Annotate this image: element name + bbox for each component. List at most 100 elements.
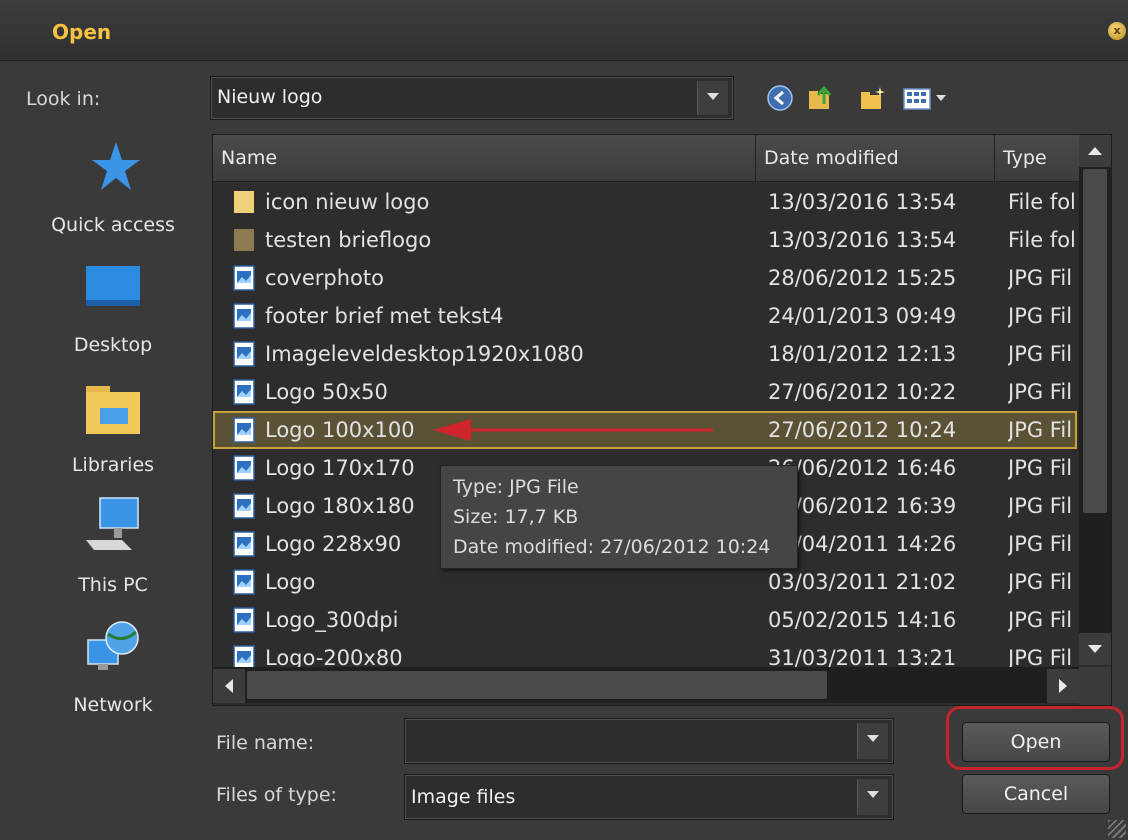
file-type-cell: JPG Fil: [1008, 304, 1073, 328]
file-row[interactable]: footer brief met tekst4 24/01/2013 09:49 J…: [213, 297, 1077, 335]
file-date-cell: 27/06/2012 10:24: [768, 418, 957, 442]
annotation-arrow-icon: [433, 419, 713, 441]
image-file-icon: [233, 417, 255, 443]
image-file-icon: [233, 341, 255, 367]
column-header-label: Type: [1003, 147, 1047, 169]
file-name-cell: Logo_300dpi: [265, 608, 399, 632]
vertical-scroll-thumb[interactable]: [1083, 169, 1107, 513]
file-date-cell: 26/06/2012 16:46: [768, 456, 957, 480]
column-header-label: Name: [221, 147, 278, 169]
star-icon: [92, 142, 140, 190]
file-type-cell: JPG Fil: [1008, 380, 1073, 404]
file-type-cell: JPG Fil: [1008, 494, 1073, 518]
close-icon[interactable]: x: [1108, 22, 1126, 40]
title-bar[interactable]: Open x: [0, 0, 1128, 61]
place-label: Network: [73, 694, 153, 716]
new-folder-icon[interactable]: [858, 84, 886, 112]
chevron-down-icon[interactable]: [857, 723, 888, 759]
file-name-cell: Logo 50x50: [265, 380, 388, 404]
look-in-label: Look in:: [26, 88, 101, 110]
column-header-type[interactable]: Type: [995, 135, 1080, 182]
libraries-icon: [86, 386, 140, 434]
chevron-right-icon: [1059, 679, 1067, 693]
file-row[interactable]: Logo 50x50 27/06/2012 10:22 JPG Fil: [213, 373, 1077, 411]
image-file-icon: [233, 303, 255, 329]
file-name-cell: Logo: [265, 570, 316, 594]
file-name-label: File name:: [216, 732, 315, 754]
tooltip-size: Size: 17,7 KB: [453, 506, 579, 528]
scroll-up-button[interactable]: [1079, 135, 1111, 167]
file-type-cell: JPG Fil: [1008, 266, 1073, 290]
file-type-cell: JPG Fil: [1008, 570, 1073, 594]
file-type-cell: JPG Fil: [1008, 532, 1073, 556]
file-date-cell: 13/03/2016 13:54: [768, 228, 957, 252]
column-header-date[interactable]: Date modified: [756, 135, 995, 182]
file-type-cell: JPG Fil: [1008, 342, 1073, 366]
chevron-down-icon[interactable]: [857, 779, 888, 815]
place-label: Quick access: [51, 214, 175, 236]
image-file-icon: [233, 379, 255, 405]
file-type-cell: JPG Fil: [1008, 608, 1073, 632]
file-row[interactable]: testen brieflogo 13/03/2016 13:54 File fol: [213, 221, 1077, 259]
image-file-icon: [233, 531, 255, 557]
file-name-cell: icon nieuw logo: [265, 190, 430, 214]
file-type-cell: JPG Fil: [1008, 456, 1073, 480]
vertical-scrollbar[interactable]: [1079, 135, 1111, 665]
file-name-cell: Imageleveldesktop1920x1080: [265, 342, 584, 366]
place-label: This PC: [78, 574, 148, 596]
file-tooltip: Type: JPG File Size: 17,7 KB Date modifi…: [440, 465, 798, 569]
image-file-icon: [233, 265, 255, 291]
horizontal-scroll-thumb[interactable]: [247, 671, 827, 699]
network-icon: [87, 621, 139, 670]
scrollbar-corner: [1079, 667, 1111, 705]
file-name-cell: footer brief met tekst4: [265, 304, 504, 328]
file-row[interactable]: Imageleveldesktop1920x1080 18/01/2012 12:…: [213, 335, 1077, 373]
file-date-cell: 27/06/2012 10:22: [768, 380, 957, 404]
open-button[interactable]: Open: [962, 722, 1110, 762]
resize-grip[interactable]: [1108, 820, 1126, 838]
file-date-cell: 28/06/2012 15:25: [768, 266, 957, 290]
scroll-right-button[interactable]: [1047, 669, 1079, 703]
column-header-label: Date modified: [764, 147, 899, 169]
file-name-cell: coverphoto: [265, 266, 384, 290]
file-type-cell: File fol: [1008, 190, 1076, 214]
image-file-icon: [233, 455, 255, 481]
back-icon[interactable]: [766, 84, 794, 112]
file-list[interactable]: Name Date modified Type icon nieuw logo 1…: [212, 134, 1112, 706]
view-menu-icon[interactable]: [902, 84, 956, 112]
cancel-button[interactable]: Cancel: [962, 774, 1110, 814]
file-name-input[interactable]: [404, 718, 894, 764]
file-date-cell: 05/02/2015 14:16: [768, 608, 957, 632]
image-file-icon: [233, 569, 255, 595]
file-date-cell: 04/04/2011 14:26: [768, 532, 957, 556]
computer-icon: [86, 497, 139, 550]
chevron-down-icon[interactable]: [697, 81, 728, 115]
file-date-cell: 26/06/2012 16:39: [768, 494, 957, 518]
dialog-title: Open: [52, 20, 112, 44]
file-type-value: Image files: [411, 786, 516, 808]
file-date-cell: 24/01/2013 09:49: [768, 304, 957, 328]
file-date-cell: 03/03/2011 21:02: [768, 570, 957, 594]
column-header-name[interactable]: Name: [213, 135, 756, 182]
scroll-left-button[interactable]: [213, 669, 245, 703]
chevron-left-icon: [225, 679, 233, 693]
file-type-dropdown[interactable]: Image files: [404, 774, 894, 820]
file-row[interactable]: icon nieuw logo 13/03/2016 13:54 File fol: [213, 183, 1077, 221]
folder-icon: [234, 191, 254, 213]
file-row[interactable]: Logo_300dpi 05/02/2015 14:16 JPG Fil: [213, 601, 1077, 639]
file-date-cell: 18/01/2012 12:13: [768, 342, 957, 366]
place-label: Desktop: [73, 334, 153, 356]
file-type-cell: JPG Fil: [1008, 418, 1073, 442]
tooltip-type: Type: JPG File: [453, 476, 579, 498]
chevron-down-icon: [1088, 645, 1102, 653]
up-folder-icon[interactable]: [806, 84, 834, 112]
look-in-dropdown[interactable]: Nieuw logo: [210, 76, 734, 120]
open-dialog: Open x Look in: Nieuw logo Quick access: [0, 0, 1128, 840]
file-date-cell: 13/03/2016 13:54: [768, 190, 957, 214]
file-type-label: Files of type:: [216, 784, 337, 806]
file-type-cell: File fol: [1008, 228, 1076, 252]
scroll-down-button[interactable]: [1079, 633, 1111, 665]
look-in-value: Nieuw logo: [217, 86, 323, 108]
horizontal-scrollbar[interactable]: [213, 667, 1079, 703]
file-row[interactable]: coverphoto 28/06/2012 15:25 JPG Fil: [213, 259, 1077, 297]
